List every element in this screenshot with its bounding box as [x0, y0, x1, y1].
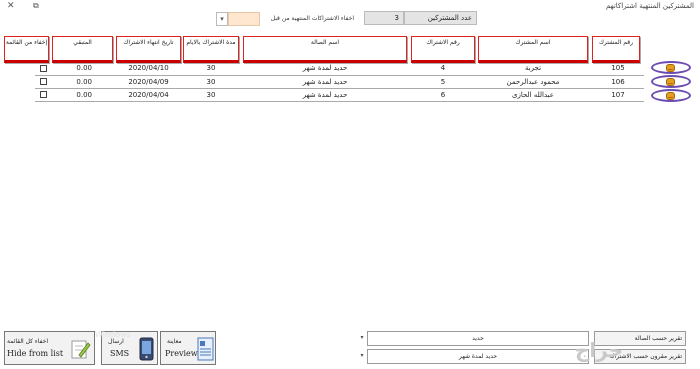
hall-report-select[interactable]: حديد — [367, 331, 589, 346]
type-report-select[interactable]: حديد لمدة شهر — [367, 349, 589, 364]
title-bar: ✕ ⧉ المشتركين المنتهية اشتراكاتهم — [0, 0, 700, 14]
header-subscription-no: رقم الاشتراك — [411, 36, 475, 63]
sms-label-ar: ارسال — [108, 338, 124, 345]
cell-remaining: 0.00 — [76, 91, 92, 99]
hide-ended-input[interactable] — [228, 12, 260, 26]
row-select-marker[interactable]: ‿ — [651, 89, 691, 102]
cell-remaining: 0.00 — [76, 64, 92, 72]
smiley-icon: ‿ — [666, 78, 675, 86]
preview-label-en: Preview — [165, 349, 198, 358]
cell-subscriber-name: عبدالله الحازى — [512, 91, 554, 99]
cell-end-date: 2020/04/04 — [128, 91, 169, 99]
watermark-small: Windows — [95, 330, 131, 339]
pencil-icon — [71, 340, 91, 359]
cell-end-date: 2020/04/09 — [128, 78, 169, 86]
smiley-icon: ‿ — [666, 64, 675, 72]
row-divider — [35, 101, 644, 102]
header-subscriber-id: رقم المشترك — [592, 36, 640, 63]
cell-subscriber-name: تجربة — [524, 64, 542, 72]
cell-remaining: 0.00 — [76, 78, 92, 86]
cell-subscription-no: 5 — [440, 78, 446, 86]
preview-label-ar: معاينة — [167, 338, 182, 345]
hide-ended-label: اخفاء الاشتراكات المنتهية من قبل — [270, 15, 354, 22]
header-days: مدة الاشتراك بالايام — [183, 36, 239, 63]
document-icon — [197, 337, 214, 361]
header-end-date: تاريخ انتهاء الاشتراك — [116, 36, 181, 63]
cell-days: 30 — [206, 64, 216, 72]
hide-all-label-ar: اخفاء كل القائمة — [7, 338, 48, 345]
subscribers-count-value: 3 — [364, 11, 404, 25]
cell-subscriber-id: 106 — [611, 78, 625, 86]
subscribers-count-label: عدد المشتركين — [404, 11, 477, 25]
cell-subscriber-id: 107 — [611, 91, 625, 99]
close-icon[interactable]: ✕ — [7, 1, 15, 11]
cell-days: 30 — [206, 78, 216, 86]
header-subscriber-name: اسم المشترك — [478, 36, 588, 63]
hide-row-checkbox[interactable] — [40, 78, 47, 85]
hide-ended-dropdown[interactable]: ▾ — [216, 12, 228, 26]
cell-subscription-no: 6 — [440, 91, 446, 99]
preview-button[interactable]: معاينة Preview — [160, 331, 216, 365]
header-hall-name: اسم الصالة — [243, 36, 407, 63]
phone-icon — [139, 337, 154, 361]
row-divider — [35, 75, 644, 76]
restore-icon[interactable]: ⧉ — [33, 1, 39, 11]
window-title: المشتركين المنتهية اشتراكاتهم — [605, 2, 694, 10]
cell-days: 30 — [206, 91, 216, 99]
cell-subscriber-name: محمود عبدالرحمن — [506, 78, 560, 86]
hide-row-checkbox[interactable] — [40, 65, 47, 72]
header-remaining: المتبقي — [52, 36, 113, 63]
hide-all-button[interactable]: اخفاء كل القائمة Hide from list — [4, 331, 95, 365]
cell-subscription-no: 4 — [440, 64, 446, 72]
cell-hall-name: حديد لمدة شهر — [302, 64, 348, 72]
cell-hall-name: حديد لمدة شهر — [302, 78, 348, 86]
header-hide-from-list: إخفاء من القائمة — [4, 36, 49, 63]
sms-label-en: SMS — [110, 349, 130, 358]
cell-hall-name: حديد لمدة شهر — [302, 91, 348, 99]
hall-dropdown-arrow[interactable]: ▾ — [357, 331, 367, 346]
cell-subscriber-id: 105 — [611, 64, 625, 72]
row-select-marker[interactable]: ‿ — [651, 75, 691, 88]
watermark-logo: حراج — [575, 338, 624, 362]
type-dropdown-arrow[interactable]: ▾ — [357, 349, 367, 364]
row-select-marker[interactable]: ‿ — [651, 61, 691, 74]
cell-end-date: 2020/04/10 — [128, 64, 169, 72]
row-divider — [35, 88, 644, 89]
hide-row-checkbox[interactable] — [40, 91, 47, 98]
hide-all-label-en: Hide from list — [7, 349, 64, 358]
smiley-icon: ‿ — [666, 92, 675, 100]
